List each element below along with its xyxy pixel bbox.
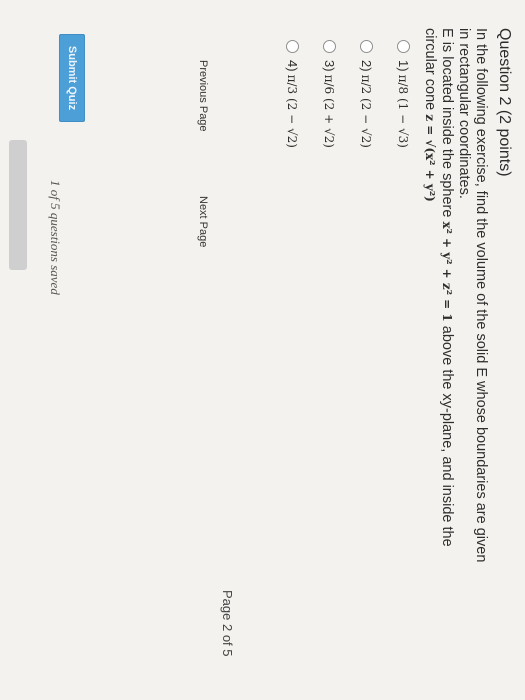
prompt-line: circular cone z = √(x² + y²) [421,28,438,688]
radio-button-icon[interactable] [397,40,410,53]
choice-number: 3) [322,60,337,72]
radio-button-icon[interactable] [323,40,336,53]
choice-expression: π/2 (2 − √2) [359,74,374,148]
answer-choice-4[interactable]: 4) π/3 (2 − √2) [283,40,302,148]
prompt-line: E is located inside the sphere x² + y² +… [438,28,455,688]
choice-expression: π/6 (2 + √2) [322,74,337,148]
submit-quiz-button[interactable]: Submit Quiz [59,34,85,122]
answer-choices: 1) π/8 (1 − √3) 2) π/2 (2 − √2) 3) π/6 (… [265,40,413,148]
previous-page-link[interactable]: Previous Page [197,60,209,132]
quiz-page: Question 2 (2 points) In the following e… [0,0,525,700]
side-panel-edge [9,140,27,270]
answer-choice-1[interactable]: 1) π/8 (1 − √3) [394,40,413,148]
next-page-link[interactable]: Next Page [197,196,209,247]
saved-status: 1 of 5 questions saved [48,180,63,295]
prompt-line: In the following exercise, find the volu… [473,28,489,563]
choice-expression: π/3 (2 − √2) [285,74,300,148]
answer-choice-3[interactable]: 3) π/6 (2 + √2) [320,40,339,148]
sphere-equation: x² + y² + z² = 1 [440,221,454,322]
radio-button-icon[interactable] [360,40,373,53]
page-indicator: Page 2 of 5 [220,590,235,657]
question-title: Question 2 (2 points) [496,28,513,177]
choice-number: 2) [359,60,374,72]
radio-button-icon[interactable] [286,40,299,53]
choice-number: 4) [285,60,300,72]
prompt-text: E is located inside the sphere [439,28,455,218]
prompt-line: in rectangular coordinates. [456,28,472,199]
answer-choice-2[interactable]: 2) π/2 (2 − √2) [357,40,376,148]
cone-equation: z = √(x² + y²) [423,114,437,202]
choice-expression: π/8 (1 − √3) [396,74,411,148]
question-prompt: In the following exercise, find the volu… [421,28,489,688]
choice-number: 1) [396,60,411,72]
prompt-text: above the xy-plane, and inside the [439,325,455,547]
prompt-text: circular cone [422,28,438,111]
